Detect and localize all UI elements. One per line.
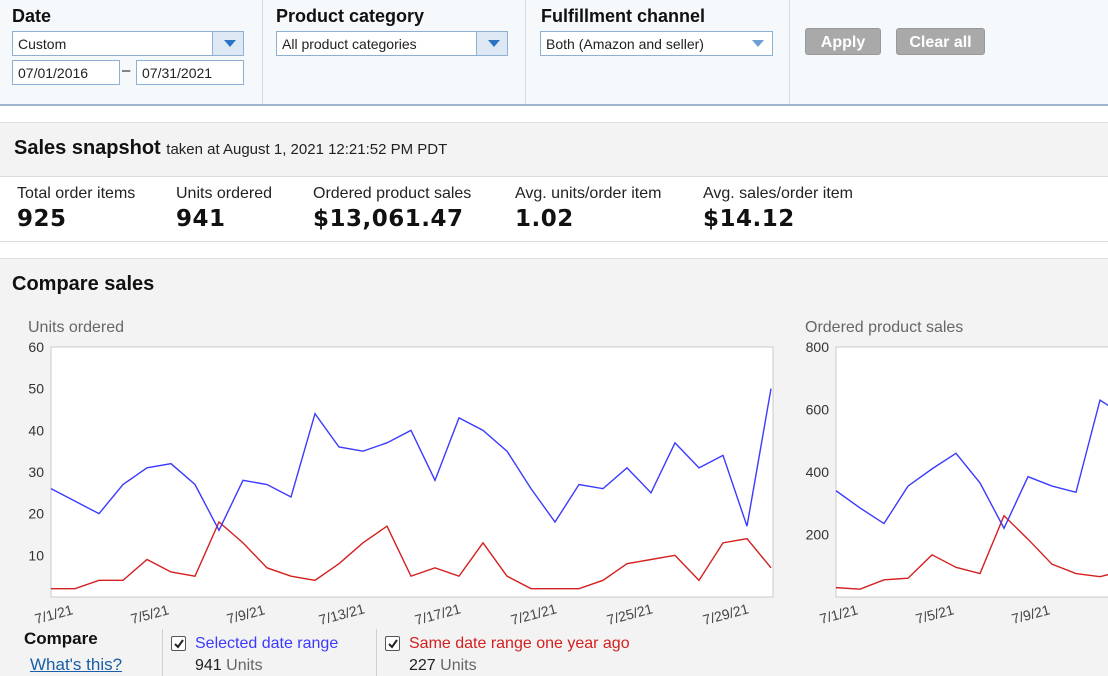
end-date-input[interactable]: 07/31/2021 — [136, 60, 244, 85]
date-filter: Date Custom 07/01/2016 – 07/31/2021 — [0, 0, 262, 104]
legend-count-value: 227 — [409, 657, 436, 674]
sales-snapshot-header: Sales snapshot taken at August 1, 2021 1… — [0, 122, 1108, 176]
x-tick-label: 7/1/21 — [33, 601, 75, 627]
divider — [789, 0, 790, 104]
x-tick-label: 7/29/21 — [701, 600, 750, 628]
metric-value: $13,061.47 — [313, 206, 464, 232]
x-tick-label: 7/5/21 — [914, 601, 956, 627]
y-tick-label: 400 — [806, 464, 830, 480]
date-range-dash: – — [122, 62, 131, 79]
y-tick-label: 200 — [806, 527, 830, 543]
y-tick-label: 30 — [28, 464, 44, 480]
chevron-down-icon[interactable] — [741, 32, 772, 55]
product-category-filter: Product category All product categories — [263, 0, 525, 104]
checkmark-icon — [174, 639, 184, 649]
sales-snapshot-title: Sales snapshot taken at August 1, 2021 1… — [14, 137, 447, 160]
compare-sales-charts: 10 20 30 40 50 60 7/1/21 7/5/21 7/9/21 7/13/21 7/1… — [28, 339, 1108, 628]
metric-value: 941 — [176, 206, 226, 232]
y-tick-label: 20 — [28, 506, 44, 522]
selected-date-range-checkbox[interactable] — [171, 636, 186, 651]
metric-value: 925 — [17, 206, 67, 232]
y-tick-label: 10 — [28, 547, 44, 563]
chart-1: 200 400 600 800 7/1/21 7/5/21 7/9/21 — [806, 339, 1108, 627]
date-range-select[interactable]: Custom — [12, 31, 244, 56]
x-tick-label: 7/1/21 — [818, 601, 860, 627]
metric-ordered-product-sales: Ordered product sales $13,061.47 — [313, 185, 471, 232]
plot-area — [50, 346, 774, 598]
chevron-down-icon[interactable] — [476, 32, 507, 55]
y-tick-label: 60 — [28, 339, 44, 355]
x-tick-label: 7/9/21 — [1010, 601, 1052, 627]
snapshot-timestamp: taken at August 1, 2021 12:21:52 PM PDT — [166, 141, 448, 158]
metric-label: Ordered product sales — [313, 185, 472, 202]
y-tick-label: 40 — [28, 422, 44, 438]
chart-0: 10 20 30 40 50 60 7/1/21 7/5/21 7/9/21 7/13/21 7/1… — [28, 339, 774, 628]
start-date-input[interactable]: 07/01/2016 — [12, 60, 120, 85]
apply-button[interactable]: Apply — [805, 28, 881, 55]
clear-all-button[interactable]: Clear all — [896, 28, 985, 55]
date-label: Date — [12, 6, 52, 26]
metric-label: Units ordered — [176, 185, 273, 202]
x-tick-label: 7/21/21 — [509, 600, 558, 628]
legend-count: 941 Units — [195, 657, 263, 675]
compare-sales-section: Compare sales Units ordered Ordered prod… — [0, 258, 1108, 676]
x-tick-label: 7/25/21 — [605, 600, 654, 628]
metric-units-ordered: Units ordered 941 — [176, 185, 272, 232]
y-tick-label: 600 — [806, 402, 830, 418]
filter-bar: Date Custom 07/01/2016 – 07/31/2021 Prod… — [0, 0, 1108, 106]
legend-text: Same date range one year ago — [409, 635, 630, 652]
divider — [162, 629, 163, 676]
legend-count-value: 941 — [195, 657, 222, 674]
product-category-value: All product categories — [282, 36, 417, 52]
fulfillment-channel-value: Both (Amazon and seller) — [546, 36, 704, 52]
compare-label: Compare — [24, 629, 98, 648]
fulfillment-channel-filter: Fulfillment channel Both (Amazon and sel… — [526, 0, 788, 104]
x-tick-label: 7/9/21 — [225, 601, 267, 627]
metric-total-order-items: Total order items 925 — [17, 185, 135, 232]
metric-avg-units-per-order-item: Avg. units/order item 1.02 — [515, 185, 661, 232]
legend-text: Selected date range — [195, 635, 339, 652]
metric-avg-sales-per-order-item: Avg. sales/order item $14.12 — [703, 185, 853, 232]
whats-this-link[interactable]: What's this? — [30, 655, 122, 675]
snapshot-title-text: Sales snapshot — [14, 137, 161, 159]
same-range-last-year-checkbox[interactable] — [385, 636, 400, 651]
metric-value: 1.02 — [515, 206, 574, 232]
checkmark-icon — [388, 639, 398, 649]
legend-count-unit: Units — [440, 657, 477, 674]
legend-count-unit: Units — [226, 657, 263, 674]
metric-value: $14.12 — [703, 206, 795, 232]
fulfillment-channel-select[interactable]: Both (Amazon and seller) — [540, 31, 773, 56]
metric-label: Total order items — [17, 185, 136, 202]
x-tick-label: 7/5/21 — [129, 601, 171, 627]
x-tick-label: 7/17/21 — [413, 600, 462, 628]
y-tick-label: 50 — [28, 381, 44, 397]
y-tick-label: 800 — [806, 339, 830, 355]
product-category-label: Product category — [276, 6, 425, 26]
x-tick-label: 7/13/21 — [317, 600, 366, 628]
chevron-down-icon[interactable] — [212, 32, 243, 55]
product-category-select[interactable]: All product categories — [276, 31, 508, 56]
snapshot-metrics: Total order items 925 Units ordered 941 … — [0, 176, 1108, 242]
legend-count: 227 Units — [409, 657, 477, 675]
fulfillment-channel-label: Fulfillment channel — [541, 6, 706, 26]
metric-label: Avg. units/order item — [515, 185, 662, 202]
divider — [376, 629, 377, 676]
metric-label: Avg. sales/order item — [703, 185, 853, 202]
date-range-value: Custom — [18, 36, 67, 52]
